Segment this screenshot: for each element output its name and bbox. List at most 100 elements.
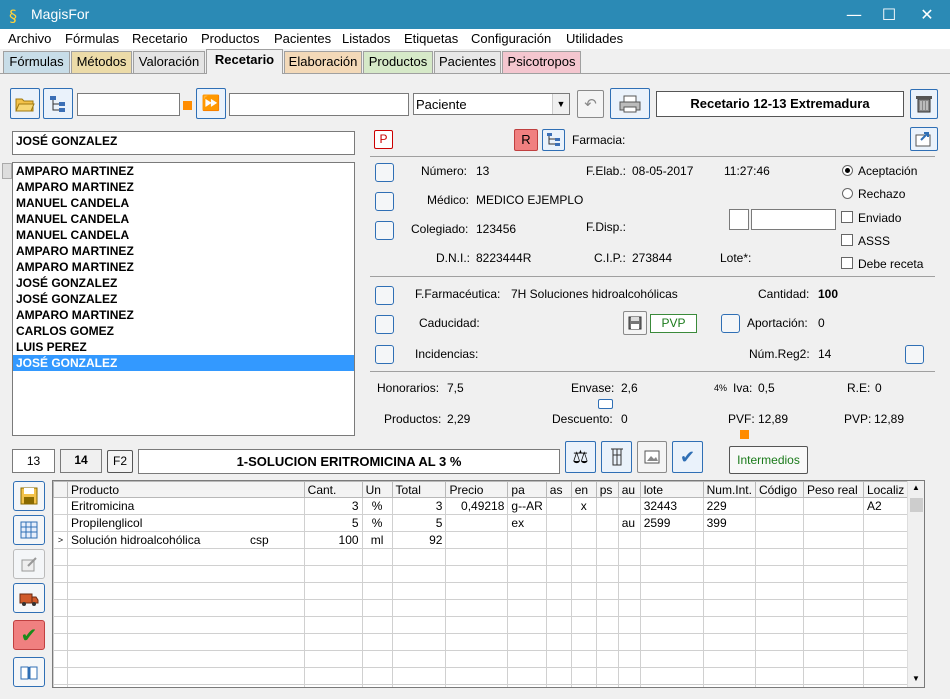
- p-button[interactable]: P: [374, 130, 393, 149]
- pvp-button[interactable]: PVP: [650, 314, 697, 333]
- column-header[interactable]: ps: [595, 481, 619, 498]
- list-item-selected[interactable]: JOSÉ GONZALEZ: [13, 355, 354, 371]
- table-row[interactable]: [53, 599, 924, 617]
- table-row[interactable]: [53, 616, 924, 634]
- cell-ps[interactable]: [595, 514, 619, 532]
- intermedios-button[interactable]: Intermedios: [729, 446, 808, 474]
- caducidad-button[interactable]: [375, 315, 394, 334]
- column-header[interactable]: Cant.: [303, 481, 363, 498]
- open-folder-button[interactable]: [10, 88, 40, 119]
- menu-etiquetas[interactable]: Etiquetas: [404, 31, 458, 46]
- balance-button[interactable]: ⚖: [565, 441, 596, 473]
- save-pvp-button[interactable]: [623, 311, 647, 335]
- menu-formulas[interactable]: Fórmulas: [65, 31, 119, 46]
- cell-au[interactable]: [617, 531, 641, 549]
- tree-button[interactable]: [43, 88, 73, 119]
- menu-archivo[interactable]: Archivo: [8, 31, 51, 46]
- cell-pa[interactable]: ex: [507, 514, 547, 532]
- menu-utilidades[interactable]: Utilidades: [566, 31, 623, 46]
- tree-button-2[interactable]: [542, 129, 565, 151]
- save-side-button[interactable]: [13, 481, 45, 511]
- column-header[interactable]: pa: [507, 481, 547, 498]
- cell-un[interactable]: %: [361, 514, 393, 532]
- tab-elaboracion[interactable]: Elaboración: [284, 51, 362, 73]
- chevron-down-icon[interactable]: ▼: [552, 94, 569, 114]
- list-item[interactable]: MANUEL CANDELA: [13, 211, 354, 227]
- cell-en[interactable]: [570, 514, 597, 532]
- undo-button[interactable]: ↶: [577, 90, 604, 118]
- table-row[interactable]: [53, 548, 924, 566]
- delete-button[interactable]: [910, 89, 938, 119]
- list-item[interactable]: MANUEL CANDELA: [13, 227, 354, 243]
- cell-ps[interactable]: [595, 497, 619, 515]
- products-grid[interactable]: Producto Cant. Un Total Precio pa as en …: [52, 480, 925, 688]
- list-item[interactable]: JOSÉ GONZALEZ: [13, 291, 354, 307]
- scroll-down-icon[interactable]: ▼: [912, 674, 920, 683]
- cell-cant[interactable]: 5: [303, 514, 363, 532]
- cell-un[interactable]: %: [361, 497, 393, 515]
- column-header[interactable]: Producto: [66, 481, 305, 498]
- table-row[interactable]: [53, 582, 924, 600]
- ff-button[interactable]: [375, 286, 394, 305]
- column-header[interactable]: au: [617, 481, 641, 498]
- cell-total[interactable]: 92: [391, 531, 447, 549]
- export-button[interactable]: [910, 127, 938, 151]
- print-button[interactable]: [610, 88, 650, 119]
- scroll-up-icon[interactable]: ▲: [912, 483, 920, 492]
- image-button[interactable]: [637, 441, 667, 473]
- cell-lote[interactable]: [639, 531, 704, 549]
- cell-precio[interactable]: 0,49218: [445, 497, 509, 515]
- column-header[interactable]: Peso real: [802, 481, 864, 498]
- cell-codigo[interactable]: [754, 531, 804, 549]
- truck-side-button[interactable]: [13, 583, 45, 613]
- numreg2-button[interactable]: [905, 345, 924, 364]
- fdisp-date-field[interactable]: [751, 209, 836, 230]
- cell-as[interactable]: [545, 497, 572, 515]
- column-header[interactable]: Total: [391, 481, 447, 498]
- cell-total[interactable]: 3: [391, 497, 447, 515]
- tab-pacientes[interactable]: Pacientes: [434, 51, 501, 73]
- column-header[interactable]: en: [570, 481, 597, 498]
- accept-side-button[interactable]: ✔: [13, 620, 45, 650]
- numero-button[interactable]: [375, 163, 394, 182]
- debe-receta-checkbox[interactable]: [841, 257, 853, 269]
- cell-precio[interactable]: [445, 514, 509, 532]
- list-item[interactable]: AMPARO MARTINEZ: [13, 259, 354, 275]
- list-item[interactable]: LUIS PEREZ: [13, 339, 354, 355]
- colegiado-button[interactable]: [375, 221, 394, 240]
- table-row[interactable]: [53, 650, 924, 668]
- cell-en[interactable]: x: [570, 497, 597, 515]
- table-row[interactable]: > Solución hidroalcohólica csp 100 ml 92: [53, 531, 924, 549]
- patient-list[interactable]: AMPARO MARTINEZ AMPARO MARTINEZ MANUEL C…: [12, 162, 355, 436]
- cell-numint[interactable]: [702, 531, 756, 549]
- menu-configuracion[interactable]: Configuración: [471, 31, 551, 46]
- cell-peso[interactable]: [802, 514, 864, 532]
- search-input-1[interactable]: [77, 93, 180, 116]
- cell-numint[interactable]: 229: [702, 497, 756, 515]
- patient-name-field[interactable]: JOSÉ GONZALEZ: [12, 131, 355, 155]
- column-header[interactable]: Num.Int.: [702, 481, 756, 498]
- list-item[interactable]: AMPARO MARTINEZ: [13, 243, 354, 259]
- cell-cant[interactable]: 100: [303, 531, 363, 549]
- cell-un[interactable]: ml: [361, 531, 393, 549]
- formula-name[interactable]: 1-SOLUCION ERITROMICINA AL 3 %: [138, 449, 560, 474]
- f2-button[interactable]: F2: [107, 450, 133, 473]
- menu-productos[interactable]: Productos: [201, 31, 260, 46]
- menu-pacientes[interactable]: Pacientes: [274, 31, 331, 46]
- cell-precio[interactable]: [445, 531, 509, 549]
- edit-side-button[interactable]: [13, 549, 45, 579]
- book-side-button[interactable]: [13, 657, 45, 687]
- cell-lote[interactable]: 32443: [639, 497, 704, 515]
- cell-codigo[interactable]: [754, 514, 804, 532]
- scroll-thumb[interactable]: [910, 498, 923, 512]
- fdisp-flag-field[interactable]: [729, 209, 749, 230]
- cell-producto[interactable]: Propilenglicol: [66, 514, 305, 532]
- cell-ps[interactable]: [595, 531, 619, 549]
- column-header[interactable]: Precio: [445, 481, 509, 498]
- list-item[interactable]: MANUEL CANDELA: [13, 195, 354, 211]
- asss-checkbox[interactable]: [841, 234, 853, 246]
- cell-as[interactable]: [545, 531, 572, 549]
- aceptacion-radio[interactable]: [842, 165, 853, 176]
- table-row[interactable]: Propilenglicol 5 % 5 ex au 2599 399: [53, 514, 924, 532]
- search-input-2[interactable]: [229, 93, 409, 116]
